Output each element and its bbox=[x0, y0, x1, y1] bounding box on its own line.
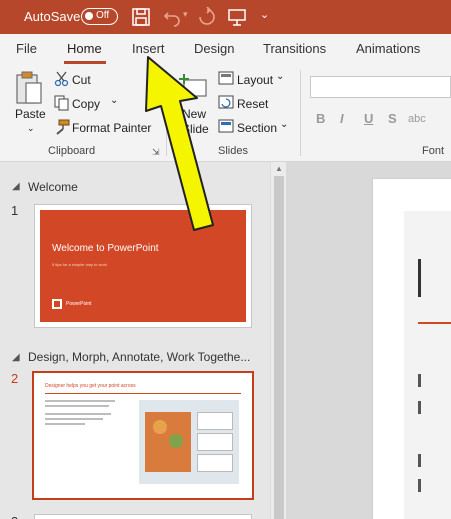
group-separator bbox=[166, 70, 167, 156]
copy-icon bbox=[54, 95, 69, 111]
slide-2-title-rule bbox=[45, 393, 241, 394]
slide-number-2: 2 bbox=[11, 371, 19, 386]
scroll-up-icon[interactable]: ▲ bbox=[275, 164, 283, 173]
format-painter-icon bbox=[56, 119, 70, 135]
section-icon bbox=[218, 119, 234, 133]
save-icon[interactable] bbox=[131, 7, 151, 27]
slide-number-3: 3 bbox=[11, 514, 18, 519]
slide-2-title: Designer helps you get your point across bbox=[45, 383, 136, 389]
layout-icon bbox=[218, 71, 234, 85]
autosave-state: Off bbox=[96, 10, 110, 21]
undo-icon[interactable] bbox=[162, 7, 182, 27]
reset-button[interactable]: Reset bbox=[237, 97, 268, 111]
reset-icon bbox=[218, 95, 234, 109]
paste-button[interactable]: Paste bbox=[15, 107, 46, 121]
customize-toolbar-icon[interactable]: ⌄ bbox=[260, 8, 269, 21]
thumbnail-scrollbar[interactable]: ▲ bbox=[270, 162, 286, 519]
clipboard-launcher-icon[interactable]: ⇲ bbox=[152, 147, 160, 158]
slide-1-background: Welcome to PowerPoint 5 tips for a simpl… bbox=[40, 210, 246, 322]
tab-file[interactable]: File bbox=[16, 41, 37, 56]
slide-1-subtitle: 5 tips for a simpler way to work bbox=[52, 262, 107, 267]
powerpoint-window: AutoSave Off ▾ ⌄ File Home Insert Design… bbox=[0, 0, 451, 519]
powerpoint-logo-icon bbox=[52, 299, 62, 309]
present-from-start-icon[interactable] bbox=[227, 7, 247, 27]
section-button[interactable]: Section bbox=[237, 121, 277, 135]
layout-button[interactable]: Layout bbox=[237, 73, 273, 87]
new-slide-button-line2[interactable]: Slide bbox=[182, 122, 209, 136]
toggle-knob bbox=[85, 12, 93, 20]
ribbon-tabs: File Home Insert Design Transitions Anim… bbox=[0, 34, 451, 64]
tab-insert[interactable]: Insert bbox=[132, 41, 165, 56]
slide-thumbnail-1[interactable]: Welcome to PowerPoint 5 tips for a simpl… bbox=[34, 204, 252, 328]
slide-title-fragment bbox=[418, 259, 421, 297]
clipboard-group-label: Clipboard bbox=[48, 145, 96, 157]
slide-2-background: Designer helps you get your point across bbox=[39, 378, 247, 493]
slide-1-title: Welcome to PowerPoint bbox=[52, 243, 159, 254]
new-slide-button[interactable]: New bbox=[182, 107, 206, 121]
font-name-dropdown[interactable] bbox=[310, 76, 451, 98]
underline-button[interactable]: U bbox=[364, 111, 373, 126]
slides-group-label: Slides bbox=[218, 145, 248, 157]
paste-icon[interactable] bbox=[14, 70, 44, 106]
copy-button[interactable]: Copy bbox=[72, 97, 100, 111]
layout-dropdown-icon[interactable]: ⌄ bbox=[276, 71, 284, 82]
tab-animations[interactable]: Animations bbox=[356, 41, 420, 56]
slide-thumbnail-3[interactable] bbox=[34, 514, 252, 519]
redo-icon[interactable] bbox=[197, 7, 217, 27]
slide-number-1: 1 bbox=[11, 203, 19, 218]
slide-title-rule bbox=[418, 322, 451, 324]
undo-dropdown-icon[interactable]: ▾ bbox=[183, 9, 188, 20]
cut-icon bbox=[54, 71, 69, 87]
slide-1-logo-text: PowerPoint bbox=[66, 301, 92, 307]
slide-2-designer-image bbox=[139, 400, 239, 484]
new-slide-icon[interactable] bbox=[178, 72, 208, 104]
ribbon: Paste ⌄ Cut Copy ⌄ Format Painter Clipbo… bbox=[0, 64, 451, 162]
autosave-label: AutoSave bbox=[24, 9, 81, 24]
scrollbar-thumb[interactable] bbox=[274, 176, 284, 519]
slide-thumbnail-2[interactable]: Designer helps you get your point across bbox=[32, 371, 254, 500]
format-painter-button[interactable]: Format Painter bbox=[72, 121, 151, 135]
font-group-label: Font bbox=[422, 145, 445, 157]
tab-home[interactable]: Home bbox=[67, 41, 102, 56]
strikethrough-button[interactable]: S bbox=[388, 111, 397, 126]
collapse-section-icon[interactable]: ◢ bbox=[12, 181, 20, 192]
tab-design[interactable]: Design bbox=[194, 41, 234, 56]
slide-thumbnail-pane: ◢ Welcome 1 Welcome to PowerPoint 5 tips… bbox=[0, 162, 270, 519]
cut-button[interactable]: Cut bbox=[72, 73, 91, 87]
shadow-button[interactable]: abc bbox=[408, 113, 426, 125]
paste-dropdown-icon[interactable]: ⌄ bbox=[27, 123, 35, 134]
bold-button[interactable]: B bbox=[316, 111, 325, 126]
autosave-toggle[interactable]: Off bbox=[81, 8, 118, 25]
title-bar: AutoSave Off ▾ ⌄ bbox=[0, 0, 451, 34]
section-dropdown-icon[interactable]: ⌄ bbox=[280, 119, 288, 130]
collapse-section-icon[interactable]: ◢ bbox=[12, 352, 20, 363]
slide-canvas[interactable] bbox=[372, 178, 451, 519]
slide-content-area bbox=[404, 211, 451, 519]
section-header-design[interactable]: Design, Morph, Annotate, Work Togethe... bbox=[28, 350, 254, 364]
copy-dropdown-icon[interactable]: ⌄ bbox=[110, 95, 118, 106]
italic-button[interactable]: I bbox=[340, 111, 344, 126]
tab-transitions[interactable]: Transitions bbox=[263, 41, 326, 56]
group-separator bbox=[300, 70, 301, 156]
section-header-welcome[interactable]: Welcome bbox=[28, 180, 78, 194]
